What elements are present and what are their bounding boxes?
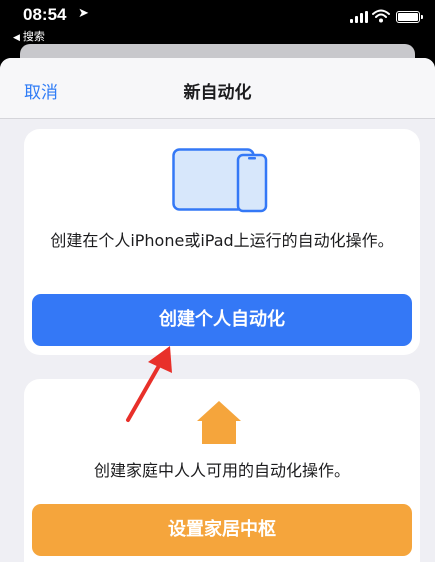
new-automation-sheet: 取消 新自动化 创建在个人iPhone或iPad上运行的自动化操作。 创建个人自… xyxy=(0,58,435,562)
home-description: 创建家庭中人人可用的自动化操作。 xyxy=(93,461,350,480)
clock: 08:54 xyxy=(23,5,67,24)
personal-automation-card: 创建在个人iPhone或iPad上运行的自动化操作。 创建个人自动化 xyxy=(24,129,420,355)
back-triangle-icon: ◀ xyxy=(13,33,20,43)
battery-icon xyxy=(396,11,423,23)
create-personal-automation-button[interactable]: 创建个人自动化 xyxy=(32,294,412,346)
location-arrow-icon: ➤ xyxy=(78,6,89,21)
status-bar: 08:54 ➤ ◀ 搜索 xyxy=(0,0,435,50)
back-app-label: 搜索 xyxy=(22,30,45,43)
cellular-signal-icon xyxy=(350,11,368,23)
iphone-ipad-icon xyxy=(172,148,268,213)
back-to-app-link[interactable]: ◀ 搜索 xyxy=(13,28,45,44)
personal-description: 创建在个人iPhone或iPad上运行的自动化操作。 xyxy=(50,231,394,250)
home-automation-card: 创建家庭中人人可用的自动化操作。 设置家居中枢 xyxy=(24,379,420,562)
setup-home-hub-button[interactable]: 设置家居中枢 xyxy=(32,504,412,556)
wifi-icon xyxy=(372,9,390,23)
nav-bar: 取消 新自动化 xyxy=(0,58,435,119)
page-title: 新自动化 xyxy=(183,83,252,103)
home-icon xyxy=(197,401,241,444)
